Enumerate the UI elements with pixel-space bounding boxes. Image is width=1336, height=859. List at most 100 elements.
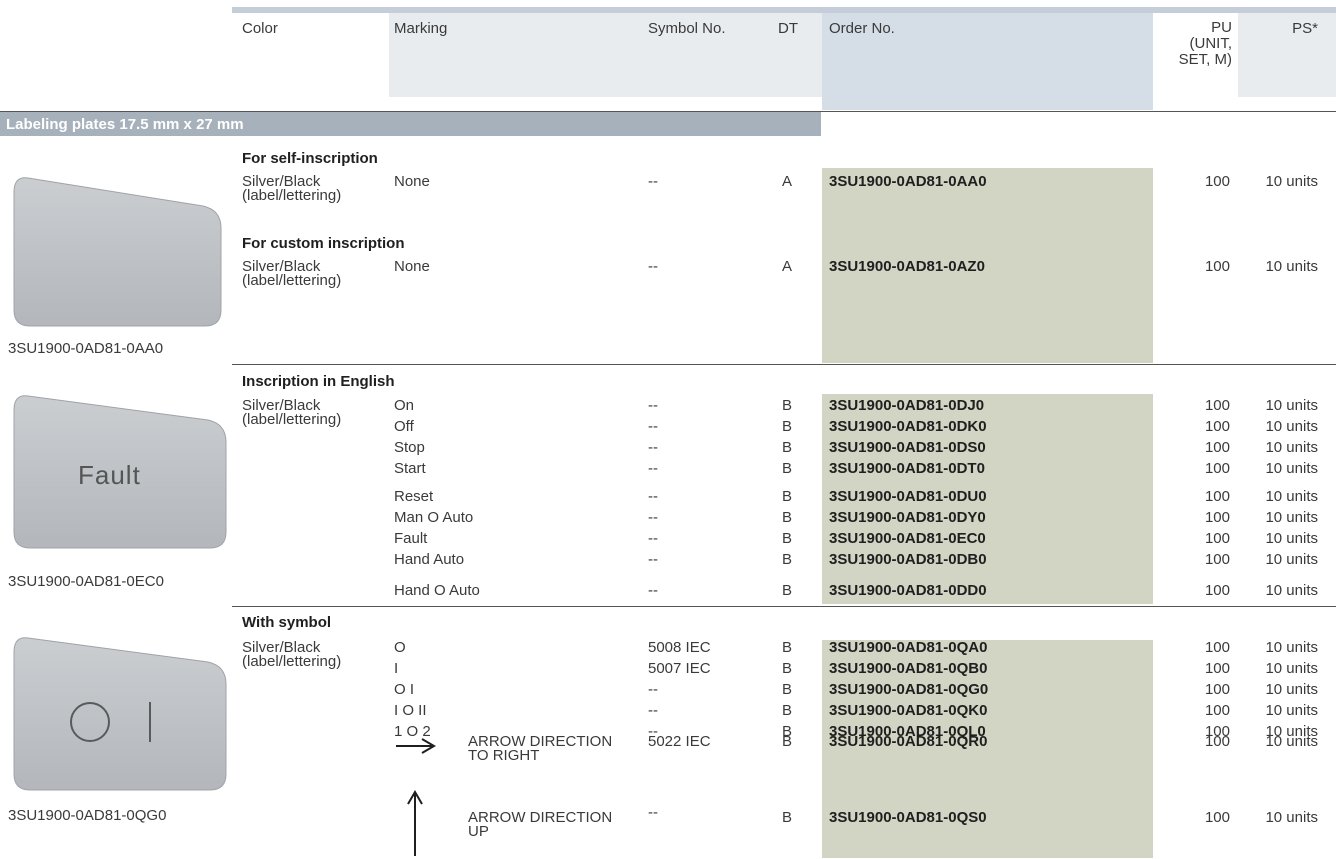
- group-rule-2: [232, 606, 1336, 607]
- marking-cell: Start: [394, 460, 426, 477]
- dt-cell: B: [782, 530, 793, 547]
- plate3-caption: 3SU1900-0AD81-0QG0: [8, 807, 167, 824]
- pu-cell: 100: [1204, 418, 1230, 435]
- arrow-up-desc: ARROW DIRECTION UP: [468, 809, 613, 840]
- dt-cell: B: [782, 418, 793, 435]
- header-order-no: Order No.: [829, 20, 895, 37]
- dt-cell: B: [782, 809, 793, 826]
- order-number: 3SU1900-0AD81-0DB0: [829, 551, 987, 568]
- marking-cell: O: [394, 639, 406, 656]
- marking-cell: I: [394, 660, 399, 677]
- order-number: 3SU1900-0AD81-0DS0: [829, 439, 986, 456]
- marking-cell: Fault: [394, 530, 428, 547]
- order-number: 3SU1900-0AD81-0AZ0: [829, 258, 985, 275]
- symbol-cell: --: [648, 509, 658, 526]
- marking-cell: Man O Auto: [394, 509, 474, 526]
- plate2-caption: 3SU1900-0AD81-0EC0: [8, 573, 164, 590]
- pu-cell: 100: [1204, 397, 1230, 414]
- pu-cell: 100: [1204, 258, 1230, 275]
- symbol-cell: 5022 IEC: [648, 733, 711, 750]
- dt-cell: B: [782, 460, 793, 477]
- ps-cell: 10 units: [1265, 460, 1318, 477]
- ps-cell: 10 units: [1265, 660, 1318, 677]
- pu-cell: 100: [1204, 660, 1230, 677]
- symbol-cell: --: [648, 804, 658, 821]
- ps-cell: 10 units: [1265, 488, 1318, 505]
- group-heading-self: For self-inscription: [242, 150, 378, 167]
- arrow-right-desc: ARROW DIRECTION TO RIGHT: [468, 733, 613, 764]
- order-number: 3SU1900-0AD81-0QG0: [829, 681, 989, 698]
- order-number: 3SU1900-0AD81-0QR0: [829, 733, 988, 750]
- order-number: 3SU1900-0AD81-0QK0: [829, 702, 988, 719]
- marking-cell: On: [394, 397, 415, 414]
- color-cell: Silver/Black (label/lettering): [242, 639, 342, 670]
- arrow-right-icon: [396, 738, 436, 754]
- header-ps: PS*: [1292, 20, 1318, 37]
- symbol-cell: --: [648, 488, 658, 505]
- dt-cell: B: [782, 660, 793, 677]
- ps-cell: 10 units: [1265, 702, 1318, 719]
- header-symbol-no: Symbol No.: [648, 20, 726, 37]
- header-dt: DT: [778, 20, 798, 37]
- marking-cell: Hand O Auto: [394, 582, 480, 599]
- pu-cell: 100: [1204, 681, 1230, 698]
- pu-cell: 100: [1204, 639, 1230, 656]
- pu-cell: 100: [1204, 530, 1230, 547]
- marking-cell: Stop: [394, 439, 425, 456]
- symbol-cell: --: [648, 702, 658, 719]
- symbol-cell: --: [648, 258, 658, 275]
- arrow-up-icon: [407, 790, 423, 856]
- group-heading-custom: For custom inscription: [242, 235, 405, 252]
- pu-cell: 100: [1204, 488, 1230, 505]
- labeling-plate-oi-image: [13, 637, 227, 791]
- labeling-plate-blank-image: [13, 177, 222, 327]
- header-marking: Marking: [394, 20, 448, 37]
- group-rule-1: [232, 364, 1336, 365]
- dt-cell: B: [782, 639, 793, 656]
- marking-cell: O I: [394, 681, 415, 698]
- ps-cell: 10 units: [1265, 418, 1318, 435]
- order-number: 3SU1900-0AD81-0QB0: [829, 660, 988, 677]
- marking-cell: Off: [394, 418, 414, 435]
- order-number: 3SU1900-0AD81-0DJ0: [829, 397, 985, 414]
- plate1-caption: 3SU1900-0AD81-0AA0: [8, 340, 164, 357]
- pu-cell: 100: [1204, 809, 1230, 826]
- color-cell: Silver/Black (label/lettering): [242, 258, 342, 289]
- pu-cell: 100: [1204, 702, 1230, 719]
- ps-cell: 10 units: [1265, 639, 1318, 656]
- ps-cell: 10 units: [1265, 439, 1318, 456]
- dt-cell: B: [782, 397, 793, 414]
- color-cell: Silver/Black (label/lettering): [242, 397, 342, 428]
- ps-cell: 10 units: [1265, 582, 1318, 599]
- pu-cell: 100: [1204, 551, 1230, 568]
- order-number: 3SU1900-0AD81-0QS0: [829, 809, 987, 826]
- order-number: 3SU1900-0AD81-0DY0: [829, 509, 986, 526]
- group-heading-english: Inscription in English: [242, 373, 395, 390]
- dt-cell: A: [782, 173, 793, 190]
- ps-cell: 10 units: [1265, 258, 1318, 275]
- symbol-cell: --: [648, 460, 658, 477]
- dt-cell: A: [782, 258, 793, 275]
- header-pu: PU (UNIT, SET, M): [1178, 19, 1232, 68]
- order-number: 3SU1900-0AD81-0DK0: [829, 418, 987, 435]
- color-cell: Silver/Black (label/lettering): [242, 173, 342, 204]
- symbol-cell: --: [648, 681, 658, 698]
- dt-cell: B: [782, 582, 793, 599]
- symbol-cell: --: [648, 173, 658, 190]
- order-number: 3SU1900-0AD81-0AA0: [829, 173, 987, 190]
- marking-cell: Hand Auto: [394, 551, 465, 568]
- order-number: 3SU1900-0AD81-0DU0: [829, 488, 987, 505]
- symbol-cell: --: [648, 551, 658, 568]
- marking-cell: None: [394, 258, 430, 275]
- symbol-cell: --: [648, 418, 658, 435]
- ps-cell: 10 units: [1265, 173, 1318, 190]
- section-title: Labeling plates 17.5 mm x 27 mm: [6, 116, 244, 133]
- order-number: 3SU1900-0AD81-0DT0: [829, 460, 985, 477]
- ps-cell: 10 units: [1265, 733, 1318, 750]
- ps-cell: 10 units: [1265, 681, 1318, 698]
- dt-cell: B: [782, 551, 793, 568]
- symbol-cell: 5008 IEC: [648, 639, 711, 656]
- plate2-text: Fault: [78, 460, 141, 490]
- symbol-cell: --: [648, 439, 658, 456]
- order-number: 3SU1900-0AD81-0QA0: [829, 639, 988, 656]
